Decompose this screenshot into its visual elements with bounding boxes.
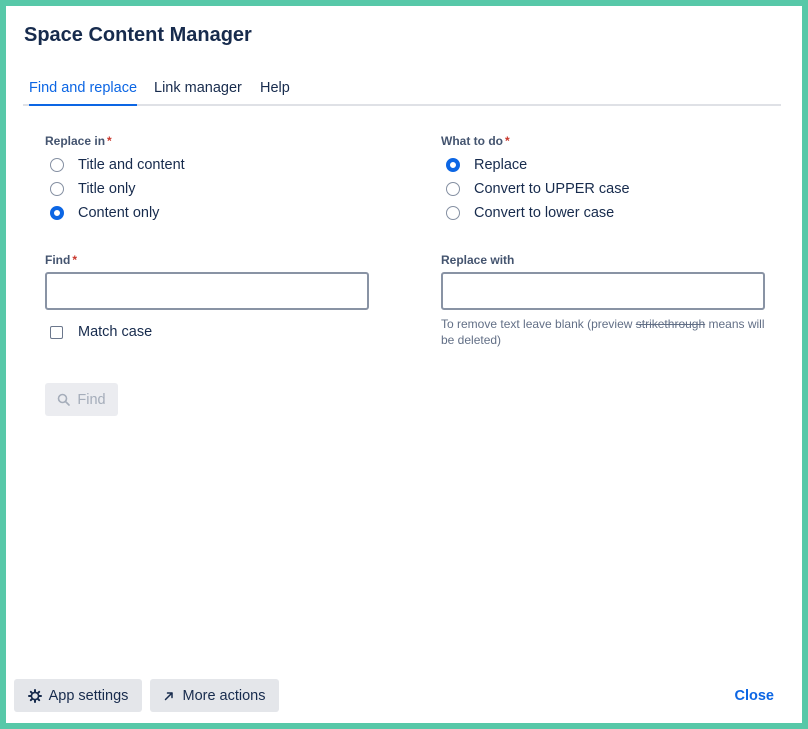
close-button[interactable]: Close [735,688,775,704]
radio-button[interactable] [446,182,460,196]
replace-with-input[interactable] [441,272,765,310]
radio-content-only[interactable]: Content only [50,203,159,223]
tab-find-and-replace[interactable]: Find and replace [29,80,138,106]
gear-icon [27,688,42,703]
radio-convert-upper[interactable]: Convert to UPPER case [446,179,630,199]
required-mark: * [72,253,77,267]
find-label: Find * [45,253,77,267]
hint-strikethrough-text: strikethrough [635,317,706,331]
find-button[interactable]: Find [45,383,118,416]
replace-in-label: Replace in * [45,134,112,148]
radio-button[interactable] [446,206,460,220]
find-input[interactable] [45,272,369,310]
find-button-label: Find [77,391,106,408]
replace-with-hint: To remove text leave blank (preview stri… [441,316,771,348]
search-icon [58,393,71,406]
hint-text: To remove text leave blank (preview [441,317,636,331]
tab-help[interactable]: Help [260,80,290,104]
dialog-title: Space Content Manager [24,24,252,46]
required-mark: * [107,134,112,148]
app-settings-label: App settings [48,687,129,704]
radio-button[interactable] [50,182,64,196]
radio-title-and-content[interactable]: Title and content [50,155,185,175]
tab-bar: Find and replace Link manager Help [23,80,781,106]
replace-with-label: Replace with [441,253,515,267]
match-case-checkbox[interactable] [50,325,63,339]
arrow-up-right-icon [165,691,174,700]
radio-label: Content only [78,205,160,221]
required-mark: * [504,134,510,148]
find-label-text: Find [45,253,71,267]
match-case-label: Match case [78,324,153,340]
more-actions-button[interactable]: More actions [150,679,279,712]
tab-link-manager[interactable]: Link manager [154,80,242,104]
space-content-manager-dialog: Space Content Manager Find and replace L… [6,6,802,723]
radio-replace[interactable]: Replace [446,155,527,175]
radio-label: Replace [474,157,528,173]
radio-label: Title and content [78,157,185,173]
radio-convert-lower[interactable]: Convert to lower case [446,203,614,223]
more-actions-label: More actions [182,687,266,704]
radio-label: Title only [78,181,136,197]
radio-title-only[interactable]: Title only [50,179,135,199]
radio-button[interactable] [50,158,64,172]
what-to-do-label-text: What to do [441,134,503,148]
replace-in-label-text: Replace in [45,134,106,148]
radio-label: Convert to lower case [474,205,615,221]
app-settings-button[interactable]: App settings [14,679,142,712]
what-to-do-label: What to do * [441,134,510,148]
radio-button-selected[interactable] [446,158,460,172]
radio-label: Convert to UPPER case [474,181,630,197]
match-case-checkbox-row[interactable]: Match case [50,322,152,342]
radio-button-selected[interactable] [50,206,64,220]
